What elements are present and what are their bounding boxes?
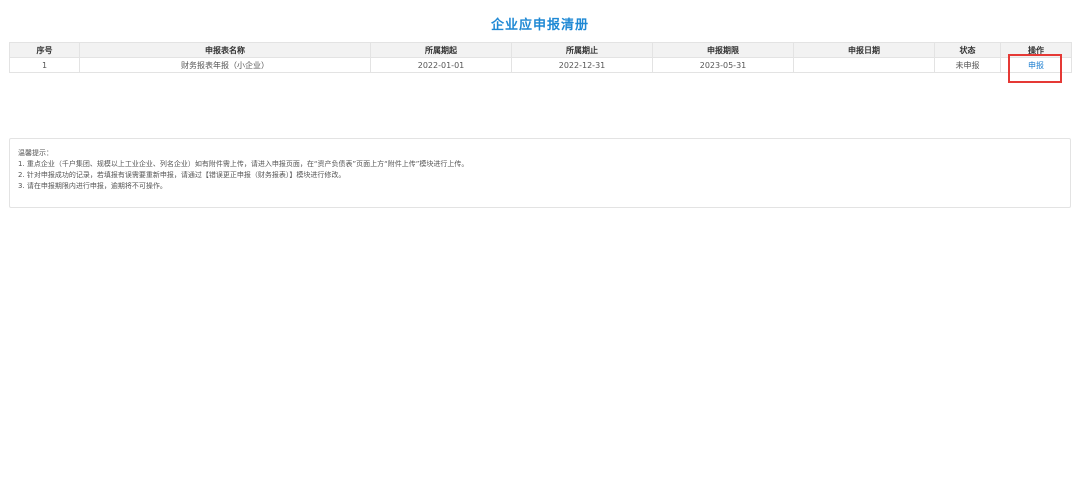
- column-header-deadline: 申报期限: [652, 42, 794, 58]
- column-header-index: 序号: [9, 42, 80, 58]
- declaration-table: 序号 申报表名称 所属期起 所属期止 申报期限 申报日期 状态 操作 1 财务报…: [9, 42, 1072, 73]
- cell-form-name: 财务报表年报（小企业）: [79, 57, 371, 73]
- column-header-status: 状态: [934, 42, 1001, 58]
- column-header-form-name: 申报表名称: [79, 42, 371, 58]
- column-header-declare-date: 申报日期: [793, 42, 935, 58]
- tips-panel: 温馨提示： 1. 重点企业（千户集团、规模以上工业企业、列名企业）如有附件需上传…: [9, 138, 1071, 208]
- cell-action: 申报: [1000, 57, 1072, 73]
- tip-item-2: 2. 针对申报成功的记录，若填报有误需要重新申报，请通过【错误更正申报（财务报表…: [18, 171, 346, 179]
- tips-title: 温馨提示：: [18, 149, 53, 157]
- declare-link[interactable]: 申报: [1028, 61, 1044, 70]
- cell-status: 未申报: [934, 57, 1001, 73]
- page-title: 企业应申报清册: [490, 18, 589, 33]
- cell-declare-date: [793, 57, 935, 73]
- tip-item-3: 3. 请在申报期限内进行申报，逾期将不可操作。: [18, 182, 167, 190]
- cell-period-end: 2022-12-31: [511, 57, 653, 73]
- column-header-period-start: 所属期起: [370, 42, 512, 58]
- tip-item-1: 1. 重点企业（千户集团、规模以上工业企业、列名企业）如有附件需上传，请进入申报…: [18, 160, 469, 168]
- table-header-row: 序号 申报表名称 所属期起 所属期止 申报期限 申报日期 状态 操作: [9, 42, 1072, 58]
- column-header-period-end: 所属期止: [511, 42, 653, 58]
- cell-deadline: 2023-05-31: [652, 57, 794, 73]
- table-row: 1 财务报表年报（小企业） 2022-01-01 2022-12-31 2023…: [9, 57, 1072, 73]
- cell-index: 1: [9, 57, 80, 73]
- cell-period-start: 2022-01-01: [370, 57, 512, 73]
- column-header-action: 操作: [1000, 42, 1072, 58]
